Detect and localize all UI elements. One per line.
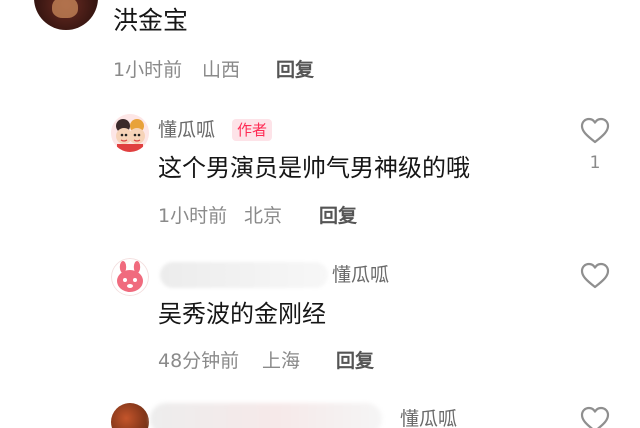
reply-time: 48分钟前 (158, 350, 240, 372)
reply-text: 这个男演员是帅气男神级的哦 (158, 154, 470, 182)
comment-time: 1小时前 (113, 59, 183, 81)
user-avatar[interactable] (111, 258, 149, 296)
comment-text: 洪金宝 (113, 6, 189, 35)
like-button[interactable] (580, 117, 610, 149)
reply-location: 上海 (262, 350, 301, 372)
heart-outline-icon (580, 406, 610, 428)
like-count: 1 (589, 153, 601, 173)
author-avatar[interactable] (111, 114, 149, 152)
blurred-username (160, 262, 328, 288)
reply-location: 北京 (244, 205, 283, 227)
like-button[interactable] (580, 406, 610, 428)
reply-text: 吴秀波的金刚经 (158, 300, 326, 328)
heart-outline-icon (580, 117, 610, 144)
blurred-username (150, 403, 382, 428)
cartoon-avatar-icon (111, 114, 149, 152)
pink-bunny-avatar-icon (111, 258, 149, 296)
user-avatar[interactable] (111, 403, 149, 428)
reply-button[interactable]: 回复 (319, 203, 357, 229)
comment-location: 山西 (202, 59, 241, 81)
author-username[interactable]: 懂瓜呱 (158, 117, 215, 143)
author-badge: 作者 (232, 119, 273, 141)
reply-to-username[interactable]: 懂瓜呱 (332, 262, 389, 288)
reply-time: 1小时前 (158, 205, 228, 227)
reply-button[interactable]: 回复 (336, 348, 374, 374)
like-button[interactable] (580, 262, 610, 294)
reply-button[interactable]: 回复 (276, 57, 314, 83)
comment-thread: 洪金宝 1小时前 山西 回复 懂瓜呱 作者 这个男演员是帅气男神级的哦 1小时前… (0, 0, 640, 428)
reply-to-username[interactable]: 懂瓜呱 (400, 406, 457, 428)
commenter-avatar[interactable] (34, 0, 98, 30)
heart-outline-icon (580, 262, 610, 289)
